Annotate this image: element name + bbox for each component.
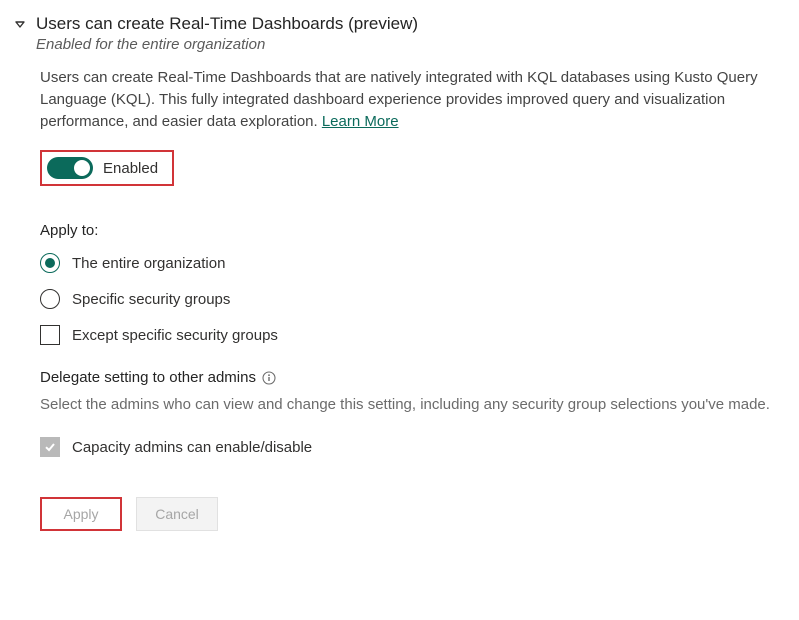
enabled-toggle-row: Enabled (40, 150, 174, 186)
apply-to-org-row[interactable]: The entire organization (40, 253, 779, 273)
learn-more-link[interactable]: Learn More (322, 113, 399, 130)
description-text: Users can create Real-Time Dashboards th… (40, 69, 758, 130)
setting-subtitle: Enabled for the entire organization (36, 36, 779, 53)
delegate-title: Delegate setting to other admins (40, 369, 256, 386)
radio-entire-organization[interactable] (40, 253, 60, 273)
button-row: Apply Cancel (40, 497, 779, 531)
enabled-toggle[interactable] (47, 157, 93, 179)
apply-to-label: Apply to: (40, 222, 779, 239)
radio-specific-groups-label: Specific security groups (72, 291, 230, 308)
radio-specific-groups[interactable] (40, 289, 60, 309)
delegate-description: Select the admins who can view and chang… (40, 394, 770, 415)
except-groups-row[interactable]: Except specific security groups (40, 325, 779, 345)
checkbox-except-groups[interactable] (40, 325, 60, 345)
checkbox-capacity-admins-label: Capacity admins can enable/disable (72, 439, 312, 456)
collapse-icon[interactable] (14, 18, 26, 30)
info-icon[interactable] (262, 371, 276, 385)
toggle-knob (74, 160, 90, 176)
setting-title: Users can create Real-Time Dashboards (p… (36, 14, 779, 34)
checkbox-capacity-admins (40, 437, 60, 457)
radio-entire-organization-label: The entire organization (72, 255, 225, 272)
delegate-heading: Delegate setting to other admins (40, 369, 779, 386)
apply-to-groups-row[interactable]: Specific security groups (40, 289, 779, 309)
setting-description: Users can create Real-Time Dashboards th… (40, 67, 779, 132)
cancel-button[interactable]: Cancel (136, 497, 218, 531)
apply-button[interactable]: Apply (40, 497, 122, 531)
capacity-admins-row: Capacity admins can enable/disable (40, 437, 779, 457)
enabled-toggle-label: Enabled (103, 160, 158, 177)
checkbox-except-groups-label: Except specific security groups (72, 327, 278, 344)
